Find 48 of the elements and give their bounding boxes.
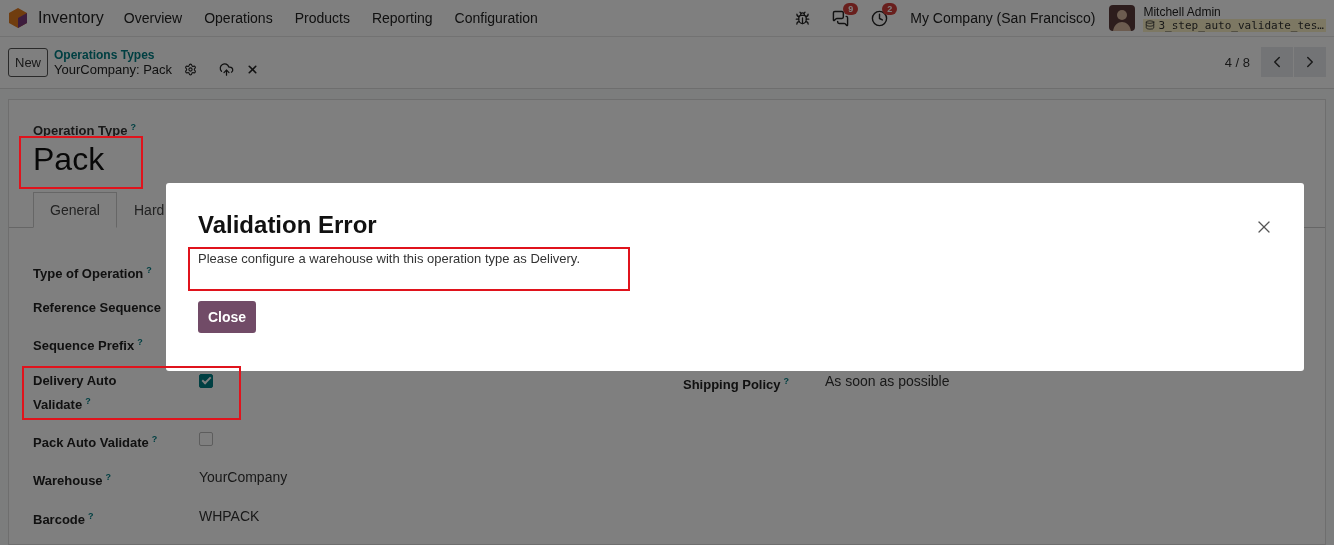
settings-icon[interactable] <box>184 63 198 76</box>
app-logo <box>8 7 28 30</box>
field-label: Barcode $^{?}$ <box>33 509 95 529</box>
field-value: As soon as possible <box>825 371 951 391</box>
message-count: 9 <box>843 2 859 15</box>
chat-icon[interactable] <box>832 9 850 27</box>
form-tab[interactable]: General <box>33 192 117 229</box>
cloud-upload-icon[interactable] <box>219 62 235 77</box>
help-mark[interactable]: ? <box>146 265 152 276</box>
help-mark[interactable]: ? <box>130 121 136 132</box>
checkbox[interactable] <box>199 432 213 446</box>
pager-value: 4 / 8 <box>1224 55 1250 70</box>
activity-count: 2 <box>882 2 898 15</box>
field-value: YourCompany <box>199 468 289 488</box>
field-label: Shipping Policy $^{?}$ <box>683 374 790 394</box>
field-label: Delivery Auto Validate $^{?}$ <box>33 371 118 414</box>
field-label: Pack Auto Validate $^{?}$ <box>33 433 159 453</box>
field-label: Reference Sequence <box>33 299 162 318</box>
error-message: Please configure a warehouse with this operation type as Delivery. <box>198 251 581 266</box>
user-name[interactable]: Mitchell Admin <box>1143 4 1326 19</box>
database-name: 3_step_auto_validate_tes… <box>1143 18 1326 32</box>
help-mark[interactable]: ? <box>783 375 789 386</box>
field-label: Warehouse $^{?}$ <box>33 471 113 491</box>
field-value: WHPACK <box>199 506 261 526</box>
close-icon[interactable] <box>246 63 260 76</box>
dialog-title: Validation Error <box>198 211 377 239</box>
app-name[interactable]: Inventory <box>38 9 104 28</box>
help-mark[interactable]: ? <box>88 510 94 521</box>
new-button[interactable]: New <box>8 48 48 77</box>
breadcrumb-link[interactable]: Operations Types <box>54 48 260 62</box>
clock-icon[interactable] <box>871 9 889 27</box>
menu-item[interactable]: Reporting <box>371 10 433 27</box>
help-mark[interactable]: ? <box>85 395 91 406</box>
help-mark[interactable]: ? <box>105 472 112 483</box>
close-button[interactable]: Close <box>198 301 257 333</box>
company-switcher[interactable]: My Company (San Francisco) <box>910 10 1096 27</box>
avatar[interactable] <box>1109 5 1136 32</box>
record-title: Pack <box>33 141 105 179</box>
bug-icon[interactable] <box>795 10 811 26</box>
menu-item[interactable]: Configuration <box>454 10 538 27</box>
database-icon <box>1145 20 1156 31</box>
checkbox[interactable] <box>199 373 213 388</box>
menu-item[interactable]: Operations <box>204 10 273 27</box>
help-mark[interactable]: ? <box>151 434 158 444</box>
menu-item[interactable]: Overview <box>123 10 183 27</box>
menu-item[interactable]: Products <box>294 10 350 27</box>
help-mark[interactable]: ? <box>137 337 143 348</box>
record-name: YourCompany: Pack <box>54 62 173 77</box>
